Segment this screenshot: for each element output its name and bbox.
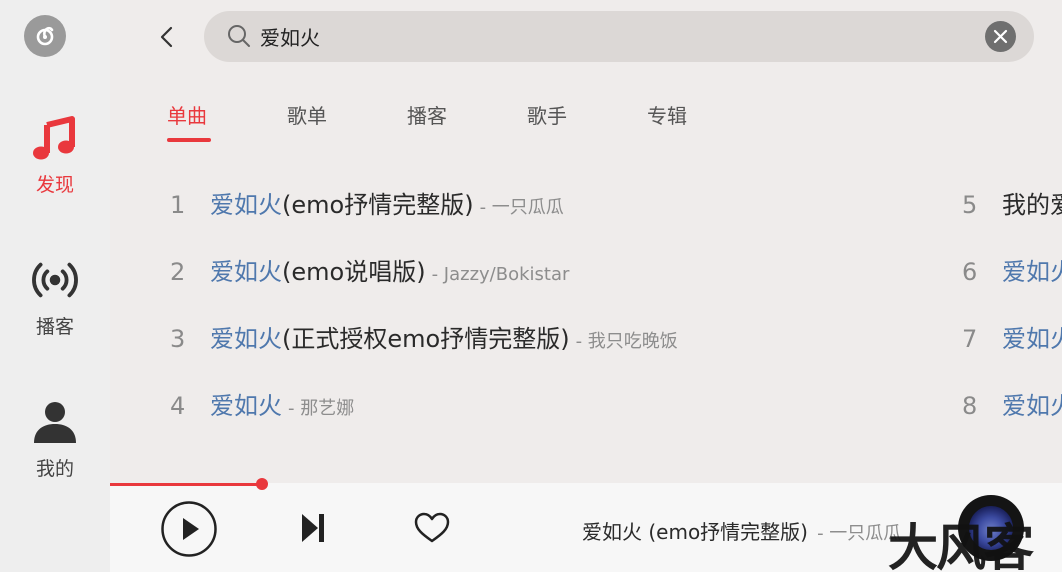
song-title-highlight: 爱如火 bbox=[210, 392, 282, 420]
song-row[interactable]: 1 爱如火 (emo抒情完整版) - 一只瓜瓜 bbox=[170, 185, 564, 225]
play-icon bbox=[161, 501, 217, 557]
netease-music-logo-icon[interactable] bbox=[24, 15, 66, 57]
song-artist: - 那艺娜 bbox=[288, 398, 355, 419]
music-note-icon bbox=[31, 114, 79, 162]
song-index: 5 bbox=[962, 191, 978, 219]
tab-albums[interactable]: 专辑 bbox=[647, 100, 687, 129]
progress-knob[interactable] bbox=[256, 478, 268, 490]
broadcast-icon bbox=[31, 256, 79, 304]
progress-bar[interactable] bbox=[110, 478, 1062, 490]
song-index: 6 bbox=[962, 258, 978, 286]
now-playing-info[interactable]: 爱如火 (emo抒情完整版) - 一只瓜瓜 bbox=[582, 516, 901, 545]
song-row[interactable]: 3 爱如火 (正式授权emo抒情完整版) - 我只吃晚饭 bbox=[170, 319, 678, 359]
tab-playlists[interactable]: 歌单 bbox=[287, 100, 327, 129]
sidebar-item-mine[interactable]: 我的 bbox=[0, 398, 110, 481]
song-row[interactable]: 2 爱如火 (emo说唱版) - Jazzy/Bokistar bbox=[170, 252, 569, 292]
song-title: (emo说唱版) bbox=[282, 258, 426, 286]
song-title: 我的爱 bbox=[1002, 191, 1062, 219]
now-playing-title: 爱如火 (emo抒情完整版) bbox=[582, 520, 808, 544]
search-results-panel: 单曲 歌单 播客 歌手 专辑 1 爱如火 (emo抒情完整版) - 一只瓜瓜 2… bbox=[110, 0, 1062, 483]
progress-fill bbox=[110, 483, 262, 486]
tab-podcasts[interactable]: 播客 bbox=[407, 100, 447, 129]
sidebar-item-podcast[interactable]: 播客 bbox=[0, 256, 110, 339]
sidebar-item-label: 发现 bbox=[35, 174, 74, 196]
song-index: 8 bbox=[962, 392, 978, 420]
song-index: 7 bbox=[962, 325, 978, 353]
song-row[interactable]: 7 爱如火 bbox=[962, 319, 1062, 359]
chevron-left-icon bbox=[160, 26, 173, 48]
song-index: 2 bbox=[170, 258, 186, 286]
heart-icon bbox=[414, 512, 450, 543]
song-title: (正式授权emo抒情完整版) bbox=[282, 325, 570, 353]
song-row[interactable]: 4 爱如火 - 那艺娜 bbox=[170, 386, 354, 426]
song-title-highlight: 爱如火 bbox=[1002, 392, 1062, 420]
search-input[interactable] bbox=[260, 11, 960, 62]
song-index: 4 bbox=[170, 392, 186, 420]
song-title-highlight: 爱如火 bbox=[210, 191, 282, 219]
sidebar: 发现 播客 我的 bbox=[0, 0, 110, 572]
play-button[interactable] bbox=[160, 500, 218, 558]
next-track-button[interactable] bbox=[296, 510, 330, 546]
sidebar-item-discover[interactable]: 发现 bbox=[0, 114, 110, 197]
song-artist: - 一只瓜瓜 bbox=[479, 197, 564, 218]
watermark-logo: 大风客 bbox=[888, 518, 1034, 572]
song-row[interactable]: 6 爱如火 bbox=[962, 252, 1062, 292]
active-tab-indicator bbox=[167, 138, 211, 142]
back-button[interactable] bbox=[150, 20, 184, 54]
like-button[interactable] bbox=[412, 510, 452, 546]
result-type-tabs: 单曲 歌单 播客 歌手 专辑 bbox=[110, 100, 1062, 146]
tab-songs[interactable]: 单曲 bbox=[167, 100, 207, 129]
clear-search-button[interactable] bbox=[985, 21, 1016, 52]
song-title: (emo抒情完整版) bbox=[282, 191, 474, 219]
song-title-highlight: 爱如火 bbox=[1002, 258, 1062, 286]
close-icon bbox=[993, 29, 1008, 44]
song-title-highlight: 爱如火 bbox=[1002, 325, 1062, 353]
person-icon bbox=[31, 398, 79, 446]
song-artist: - Jazzy/Bokistar bbox=[431, 264, 570, 285]
sidebar-item-label: 我的 bbox=[35, 458, 74, 480]
skip-next-icon bbox=[302, 514, 324, 542]
song-row[interactable]: 8 爱如火 bbox=[962, 386, 1062, 426]
song-artist: - 我只吃晚饭 bbox=[575, 331, 678, 352]
song-index: 3 bbox=[170, 325, 186, 353]
search-bar bbox=[204, 11, 1034, 62]
song-row[interactable]: 5 我的爱 bbox=[962, 185, 1062, 225]
tab-artists[interactable]: 歌手 bbox=[527, 100, 567, 129]
search-icon bbox=[228, 25, 250, 47]
sidebar-item-label: 播客 bbox=[35, 316, 74, 338]
song-title-highlight: 爱如火 bbox=[210, 258, 282, 286]
song-index: 1 bbox=[170, 191, 186, 219]
song-title-highlight: 爱如火 bbox=[210, 325, 282, 353]
